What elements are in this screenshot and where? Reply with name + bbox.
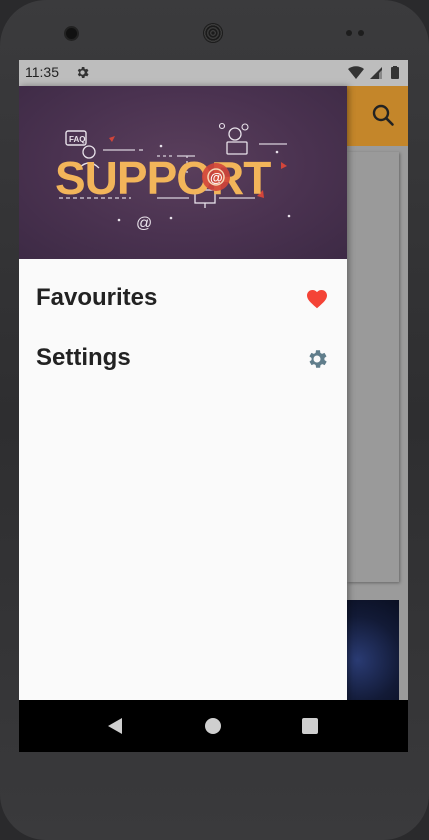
proximity-sensor <box>346 30 352 36</box>
banner-at-small-label: @ <box>136 215 152 232</box>
system-status-icons <box>348 66 399 79</box>
app-toolbar <box>347 86 408 146</box>
content-card[interactable] <box>347 152 399 582</box>
banner-title: SUPPORT <box>55 152 271 204</box>
drawer-item-settings[interactable]: Settings <box>19 330 347 388</box>
navigation-drawer: FAQ SUPPORT @ @ Favourites Settings <box>19 86 347 700</box>
screen: 11:35 FAQ SUPPORT @ @ Favourites Setting… <box>19 60 408 752</box>
banner-at-label: @ <box>210 170 223 185</box>
content-image[interactable] <box>347 600 399 700</box>
home-circle-icon[interactable] <box>205 718 221 734</box>
system-navigation-bar <box>19 700 408 752</box>
phone-frame: 11:35 FAQ SUPPORT @ @ Favourites Setting… <box>0 0 429 840</box>
drawer-item-label: Settings <box>36 344 131 371</box>
gear-icon <box>309 350 327 368</box>
heart-icon <box>307 290 327 309</box>
battery-icon <box>391 66 399 79</box>
light-sensor <box>358 30 364 36</box>
signal-icon <box>370 67 382 79</box>
front-camera <box>66 28 77 39</box>
drawer-item-label: Favourites <box>36 284 158 311</box>
banner-faq-label: FAQ <box>69 135 85 144</box>
drawer-header-banner: FAQ SUPPORT @ @ <box>19 86 347 259</box>
recents-square-icon[interactable] <box>302 718 318 734</box>
drawer-item-favourites[interactable]: Favourites <box>19 270 347 328</box>
status-time: 11:35 <box>25 64 59 80</box>
gear-icon <box>77 67 89 78</box>
support-illustration: FAQ SUPPORT @ @ <box>55 122 291 232</box>
back-triangle-icon[interactable] <box>106 717 124 735</box>
earpiece-speaker <box>203 23 223 43</box>
wifi-icon <box>348 66 364 79</box>
search-icon[interactable] <box>371 103 395 127</box>
status-bar: 11:35 <box>19 60 408 86</box>
